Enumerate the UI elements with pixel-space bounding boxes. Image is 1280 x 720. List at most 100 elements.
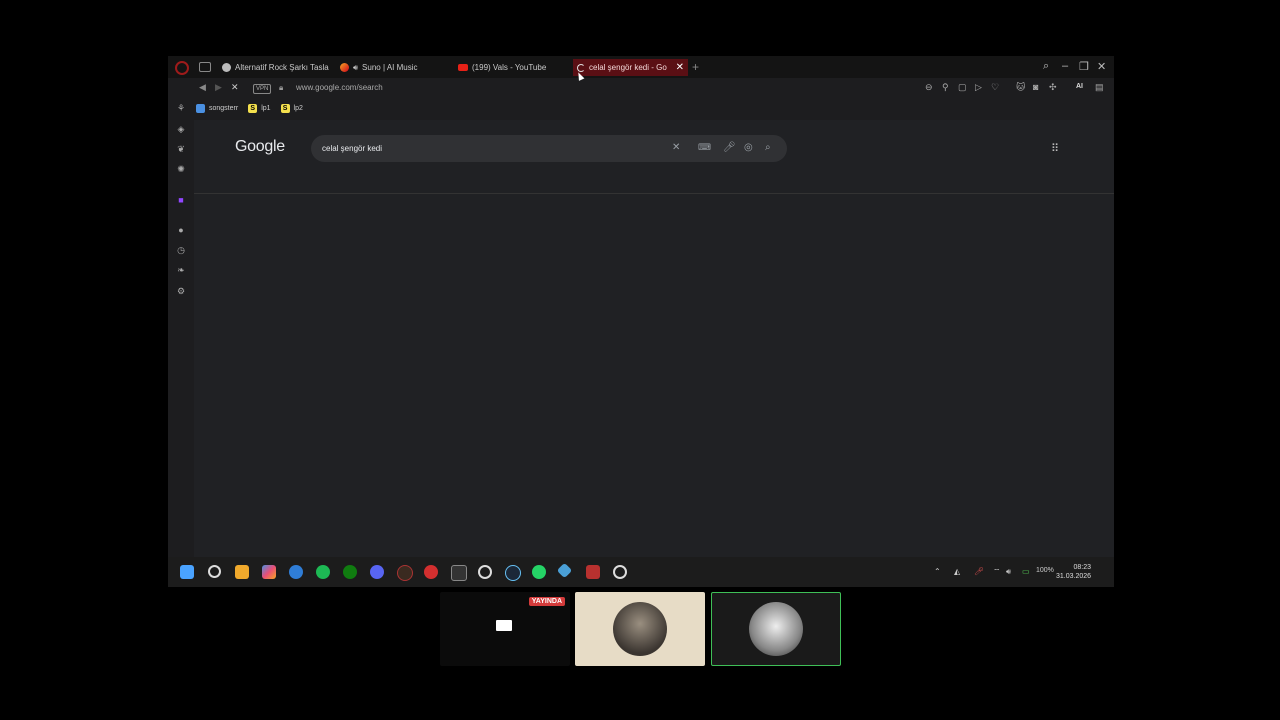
- opera-sidebar: ⚘ ◈ ❦ ✺ ■ ● ◷ ❧ ⚙ GX ...: [168, 100, 194, 587]
- lens-icon[interactable]: ◎: [744, 142, 753, 153]
- songsterr-icon: [196, 103, 205, 113]
- google-apps-icon[interactable]: ⠿: [1051, 142, 1059, 155]
- tab-title: Alternatif Rock Şarkı Tasla: [235, 63, 329, 72]
- search-icon[interactable]: ⌕: [765, 142, 771, 153]
- show-hidden-icons[interactable]: ⌃: [934, 567, 941, 576]
- windows-taskbar: ⌃ ◭ 🎤︎ ⌔ 🔊︎ ▭ 100% 08:23 31.03.2026: [168, 557, 1114, 587]
- microphone-icon[interactable]: 🎤︎: [723, 142, 736, 153]
- header-divider: [194, 193, 1114, 194]
- live-badge: YAYINDA: [528, 597, 565, 606]
- tab-suno[interactable]: 🔊︎ Suno | AI Music: [336, 59, 446, 76]
- steam-icon[interactable]: [505, 565, 521, 581]
- google-logo[interactable]: Google: [235, 138, 285, 156]
- browser-window: Alternatif Rock Şarkı Tasla 🔊︎ Suno | AI…: [168, 56, 1114, 587]
- copilot-icon[interactable]: [262, 565, 276, 579]
- bookmark-lp2[interactable]: S lp2: [280, 103, 303, 113]
- discord-icon[interactable]: [370, 565, 384, 579]
- sidebar-workspace-icon[interactable]: ⚘: [176, 103, 186, 113]
- extensions-icon[interactable]: ❧: [176, 265, 186, 275]
- easy-setup-icon[interactable]: ▤: [1095, 82, 1104, 93]
- mic-tray-icon[interactable]: 🎤︎: [974, 567, 984, 576]
- extension-cat-icon[interactable]: 🐱︎: [1016, 82, 1025, 93]
- restore-icon[interactable]: ❐: [1079, 60, 1089, 73]
- screen-share-tile[interactable]: YAYINDA: [440, 592, 570, 666]
- bookmark-lp1[interactable]: S lp1: [248, 103, 271, 113]
- battery-icon[interactable]: ▭: [1022, 567, 1030, 576]
- battery-percent: 100%: [1036, 567, 1054, 574]
- red-app-icon[interactable]: [424, 565, 438, 579]
- wifi-icon[interactable]: ⌔: [993, 567, 1001, 577]
- history-icon[interactable]: ◷: [176, 245, 186, 255]
- extension-puzzle-icon[interactable]: ✣: [1049, 82, 1057, 93]
- close-window-icon[interactable]: ✕: [1097, 60, 1106, 73]
- sidebar-extension-icon[interactable]: ✺: [176, 164, 186, 174]
- settings-icon[interactable]: ⚙: [176, 286, 186, 296]
- media-player-icon[interactable]: [478, 565, 492, 579]
- snapshot-icon[interactable]: ▢: [958, 82, 967, 93]
- taskbar-search-icon[interactable]: [208, 565, 221, 578]
- clear-search-icon[interactable]: ✕: [672, 142, 680, 153]
- epic-games-icon[interactable]: [451, 565, 467, 581]
- whatsapp-icon[interactable]: [532, 565, 546, 579]
- stop-icon[interactable]: ✕: [231, 82, 239, 93]
- lp1-icon: S: [248, 103, 258, 113]
- bookmark-label: lp1: [261, 104, 271, 112]
- sidebar-cat-icon[interactable]: ❦: [176, 144, 186, 154]
- tab-google-search[interactable]: celal şengör kedi - Go ✕: [573, 59, 688, 76]
- bookmark-songsterr[interactable]: songsterr: [196, 103, 238, 113]
- heart-icon[interactable]: ♡: [991, 82, 999, 93]
- edge-icon[interactable]: [289, 565, 303, 579]
- network-app-icon[interactable]: [556, 562, 573, 579]
- tab-title: celal şengör kedi - Go: [589, 63, 667, 72]
- steam-tray-icon[interactable]: ◭: [954, 567, 960, 576]
- tab-title: Suno | AI Music: [362, 63, 418, 72]
- back-icon[interactable]: ◀: [199, 82, 206, 93]
- search-input[interactable]: celal şengör kedi: [322, 144, 382, 153]
- vpn-badge[interactable]: VPN: [253, 84, 272, 94]
- opera-logo-icon[interactable]: [175, 61, 189, 75]
- lock-icon[interactable]: 🔒︎: [279, 83, 283, 93]
- address-bar: ◀ ▶ ✕ VPN 🔒︎ www.google.com/search ⊖ ⚲ ▢…: [168, 78, 1114, 98]
- new-tab-button[interactable]: +: [692, 60, 699, 74]
- gauge-app-icon[interactable]: [613, 565, 627, 579]
- lp2-icon: S: [280, 103, 290, 113]
- tab-alternatif-rock[interactable]: Alternatif Rock Şarkı Tasla: [218, 59, 330, 76]
- pin-icon[interactable]: ⚲: [942, 82, 949, 93]
- twitch-icon[interactable]: ■: [176, 195, 186, 205]
- google-results-page: Google celal şengör kedi ✕ ⌨ 🎤︎ ◎ ⌕ ⠿: [194, 120, 1114, 557]
- windows-start-icon[interactable]: [180, 565, 194, 579]
- keyboard-icon[interactable]: ⌨: [698, 142, 711, 153]
- tab-youtube[interactable]: (199) Vals - YouTube: [454, 59, 566, 76]
- bookmarks-bar: songsterr S lp1 S lp2: [196, 100, 303, 116]
- tab-overview-icon[interactable]: [199, 62, 211, 72]
- tab-title: (199) Vals - YouTube: [472, 63, 547, 72]
- brave-icon[interactable]: [235, 565, 249, 579]
- speaker-icon: 🔊︎: [353, 62, 359, 72]
- search-box[interactable]: celal şengör kedi ✕ ⌨ 🎤︎ ◎ ⌕: [311, 135, 787, 162]
- spotify-icon[interactable]: ●: [176, 225, 186, 235]
- search-tabs-icon[interactable]: ⌕: [1043, 60, 1049, 73]
- play-icon[interactable]: ▷: [975, 82, 982, 93]
- xbox-icon[interactable]: [343, 565, 357, 579]
- zoom-out-icon[interactable]: ⊖: [925, 82, 933, 93]
- aria-ai-button[interactable]: AI: [1076, 83, 1083, 90]
- extension-game-icon[interactable]: ◙: [1033, 82, 1038, 92]
- url-field[interactable]: www.google.com/search: [296, 83, 383, 92]
- avatar: [613, 602, 667, 656]
- participant-tile-cat[interactable]: [575, 592, 705, 666]
- video-editor-icon[interactable]: [586, 565, 600, 579]
- forward-icon[interactable]: ▶: [215, 82, 222, 93]
- volume-icon[interactable]: 🔊︎: [1006, 567, 1011, 577]
- minimize-icon[interactable]: –: [1062, 60, 1068, 72]
- opera-gx-taskbar-icon[interactable]: [397, 565, 413, 581]
- spotify-taskbar-icon[interactable]: [316, 565, 330, 579]
- participant-tile-active[interactable]: [711, 592, 841, 666]
- close-tab-icon[interactable]: ✕: [676, 62, 684, 73]
- clock-time: 08:23: [1073, 564, 1092, 571]
- sidebar-aria-icon[interactable]: ◈: [176, 124, 186, 134]
- system-clock[interactable]: 08:23 31.03.2026: [1056, 563, 1092, 581]
- avatar: [749, 602, 803, 656]
- youtube-icon: [458, 64, 468, 71]
- suno-icon: [340, 63, 349, 72]
- clock-date: 31.03.2026: [1056, 573, 1092, 580]
